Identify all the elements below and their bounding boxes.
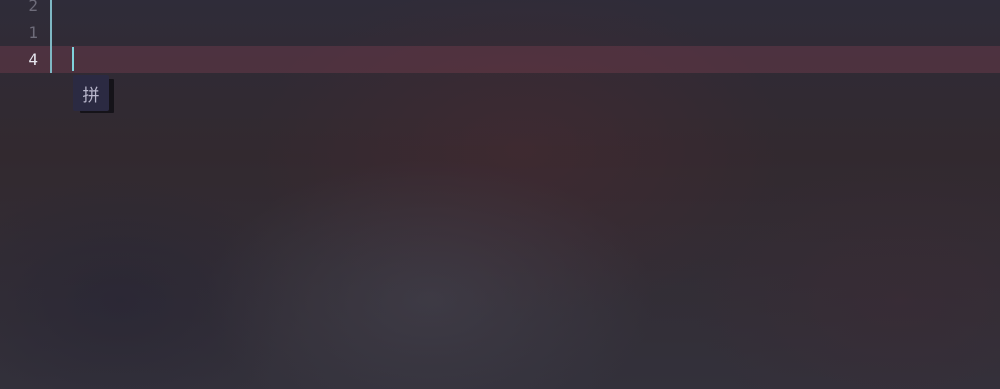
line-number-gutter: 2 1 4 — [0, 0, 50, 73]
gutter-accent-bar — [50, 0, 52, 73]
ime-indicator[interactable]: 拼 — [73, 75, 109, 111]
line-number: 2 — [28, 0, 38, 15]
ime-mode-label: 拼 — [82, 85, 100, 106]
current-line-highlight — [0, 46, 1000, 73]
text-cursor — [72, 47, 74, 71]
line-number: 1 — [28, 23, 38, 42]
line-number-current: 4 — [28, 50, 38, 69]
text-editor[interactable]: 2 1 4 拼 — [0, 0, 1000, 389]
